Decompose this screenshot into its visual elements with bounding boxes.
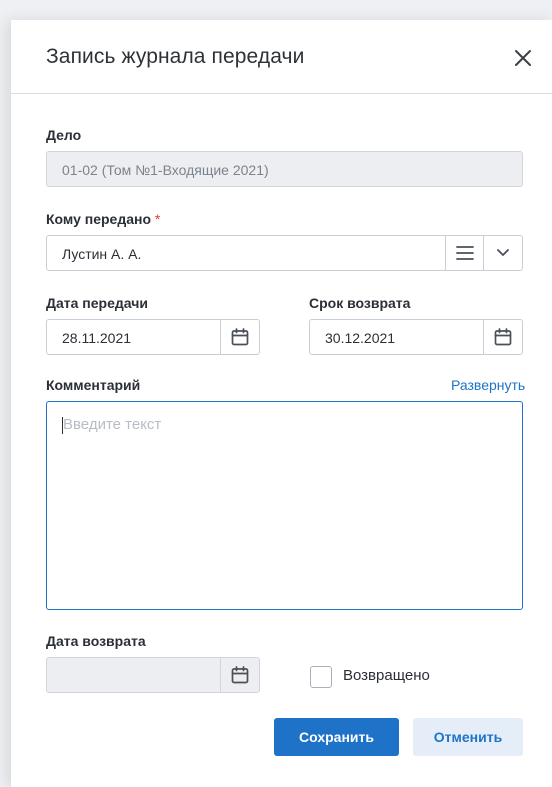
calendar-icon — [494, 328, 512, 346]
close-button[interactable] — [509, 44, 537, 72]
expand-comment-link[interactable]: Развернуть — [451, 377, 525, 393]
case-value: 01-02 (Том №1-Входящие 2021) — [62, 162, 269, 178]
case-field: 01-02 (Том №1-Входящие 2021) — [46, 151, 523, 187]
list-icon — [455, 246, 474, 260]
comment-placeholder: Введите текст — [63, 416, 162, 433]
dialog-title: Запись журнала передачи — [46, 45, 305, 68]
recipient-label-text: Кому передано — [46, 211, 152, 227]
transfer-date-label: Дата передачи — [46, 295, 148, 311]
calendar-icon — [231, 666, 249, 684]
case-label: Дело — [46, 127, 82, 143]
return-deadline-value: 30.12.2021 — [325, 330, 396, 346]
cancel-button[interactable]: Отменить — [413, 718, 523, 756]
save-button[interactable]: Сохранить — [274, 718, 399, 756]
calendar-icon — [231, 328, 249, 346]
required-mark: * — [154, 211, 161, 227]
transfer-date-calendar-button[interactable] — [220, 320, 259, 354]
returned-checkbox[interactable] — [310, 666, 332, 688]
transfer-date-field[interactable]: 28.11.2021 — [46, 319, 260, 355]
return-deadline-label: Срок возврата — [309, 295, 411, 311]
recipient-label: Кому передано * — [46, 211, 160, 227]
recipient-select[interactable]: Лустин А. А. — [46, 235, 523, 271]
chevron-down-icon — [497, 249, 509, 256]
return-deadline-calendar-button[interactable] — [483, 320, 522, 354]
returned-checkbox-label[interactable]: Возвращено — [343, 667, 430, 684]
dialog-header: Запись журнала передачи — [11, 20, 552, 94]
return-deadline-field[interactable]: 30.12.2021 — [309, 319, 523, 355]
return-date-field[interactable] — [46, 657, 260, 693]
transfer-log-dialog: Запись журнала передачи Дело 01-02 (Том … — [11, 20, 552, 787]
recipient-value: Лустин А. А. — [62, 246, 142, 262]
return-date-label: Дата возврата — [46, 633, 146, 649]
transfer-date-value: 28.11.2021 — [62, 330, 132, 346]
recipient-list-button[interactable] — [445, 236, 483, 270]
comment-label: Комментарий — [46, 377, 141, 393]
comment-textarea[interactable]: Введите текст — [46, 401, 523, 610]
close-icon — [515, 50, 531, 66]
recipient-dropdown-button[interactable] — [483, 236, 522, 270]
return-date-calendar-button[interactable] — [220, 658, 259, 692]
